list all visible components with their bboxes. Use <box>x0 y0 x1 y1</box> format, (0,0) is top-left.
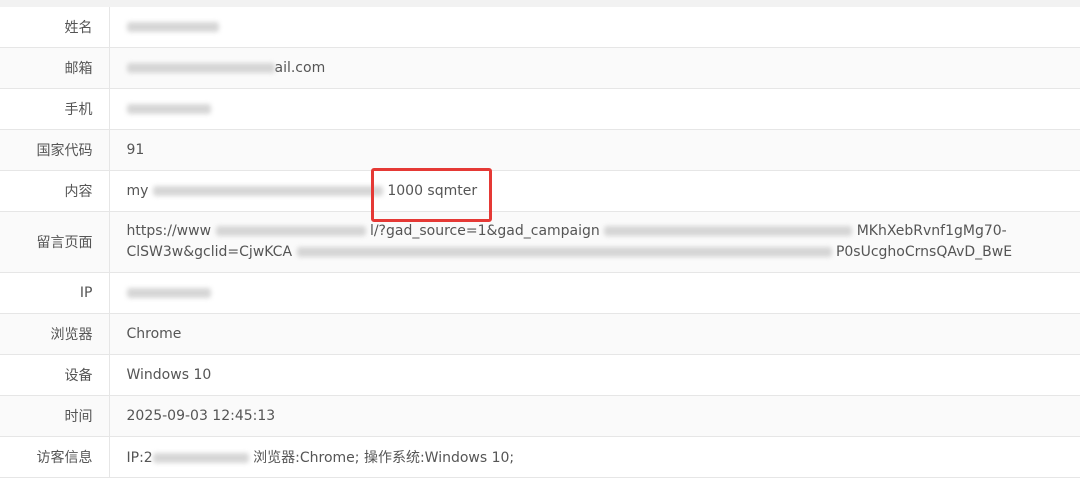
content-suffix: 1000 sqmter <box>387 183 478 199</box>
value-content: my 1000 sqmter <box>109 170 1080 212</box>
value-source-page: https://www l/?gad_source=1&gad_campaign… <box>109 211 1080 273</box>
redacted-email <box>126 63 275 73</box>
row-content: 内容 my 1000 sqmter <box>0 170 1080 212</box>
value-time: 2025-09-03 12:45:13 <box>109 395 1080 437</box>
label-browser: 浏览器 <box>0 313 110 355</box>
row-device: 设备 Windows 10 <box>0 354 1080 396</box>
label-source-page: 留言页面 <box>0 211 110 273</box>
redacted-content <box>152 186 383 196</box>
row-source-page: 留言页面 https://www l/?gad_source=1&gad_cam… <box>0 211 1080 273</box>
row-browser: 浏览器 Chrome <box>0 313 1080 355</box>
label-time: 时间 <box>0 395 110 437</box>
row-country-code: 国家代码 91 <box>0 129 1080 171</box>
value-device: Windows 10 <box>109 354 1080 396</box>
row-email: 邮箱 ail.com <box>0 47 1080 89</box>
label-name: 姓名 <box>0 7 110 48</box>
value-name <box>109 7 1080 48</box>
label-phone: 手机 <box>0 88 110 130</box>
value-phone <box>109 88 1080 130</box>
row-ip: IP <box>0 272 1080 314</box>
email-suffix: ail.com <box>274 60 326 76</box>
value-ip <box>109 272 1080 314</box>
row-phone: 手机 <box>0 88 1080 130</box>
redacted-ip <box>126 288 211 298</box>
label-country-code: 国家代码 <box>0 129 110 171</box>
row-time: 时间 2025-09-03 12:45:13 <box>0 395 1080 437</box>
redacted-url-2 <box>604 226 853 236</box>
source-url-line-2: ClSW3w&gclid=CjwKCA P0sUcghoCrnsQAvD_BwE <box>126 244 1013 260</box>
label-visitor-info: 访客信息 <box>0 436 110 478</box>
label-ip: IP <box>0 272 110 314</box>
lead-detail-table: 姓名 邮箱 ail.com 手机 国家代码 91 内容 my 1000 sqmt… <box>0 7 1080 478</box>
source-url-line-1: https://www l/?gad_source=1&gad_campaign… <box>126 223 1007 239</box>
label-device: 设备 <box>0 354 110 396</box>
redacted-phone <box>126 104 211 114</box>
redacted-visitor-ip <box>152 453 249 463</box>
content-prefix: my <box>126 183 149 199</box>
redacted-name <box>126 22 219 32</box>
row-name: 姓名 <box>0 7 1080 48</box>
label-content: 内容 <box>0 170 110 212</box>
redacted-url-3 <box>296 247 832 257</box>
value-email: ail.com <box>109 47 1080 89</box>
redacted-url-1 <box>215 226 366 236</box>
value-country-code: 91 <box>109 129 1080 171</box>
value-visitor-info: IP:2 浏览器:Chrome; 操作系统:Windows 10; <box>109 436 1080 478</box>
value-browser: Chrome <box>109 313 1080 355</box>
label-email: 邮箱 <box>0 47 110 89</box>
row-visitor-info: 访客信息 IP:2 浏览器:Chrome; 操作系统:Windows 10; <box>0 436 1080 478</box>
